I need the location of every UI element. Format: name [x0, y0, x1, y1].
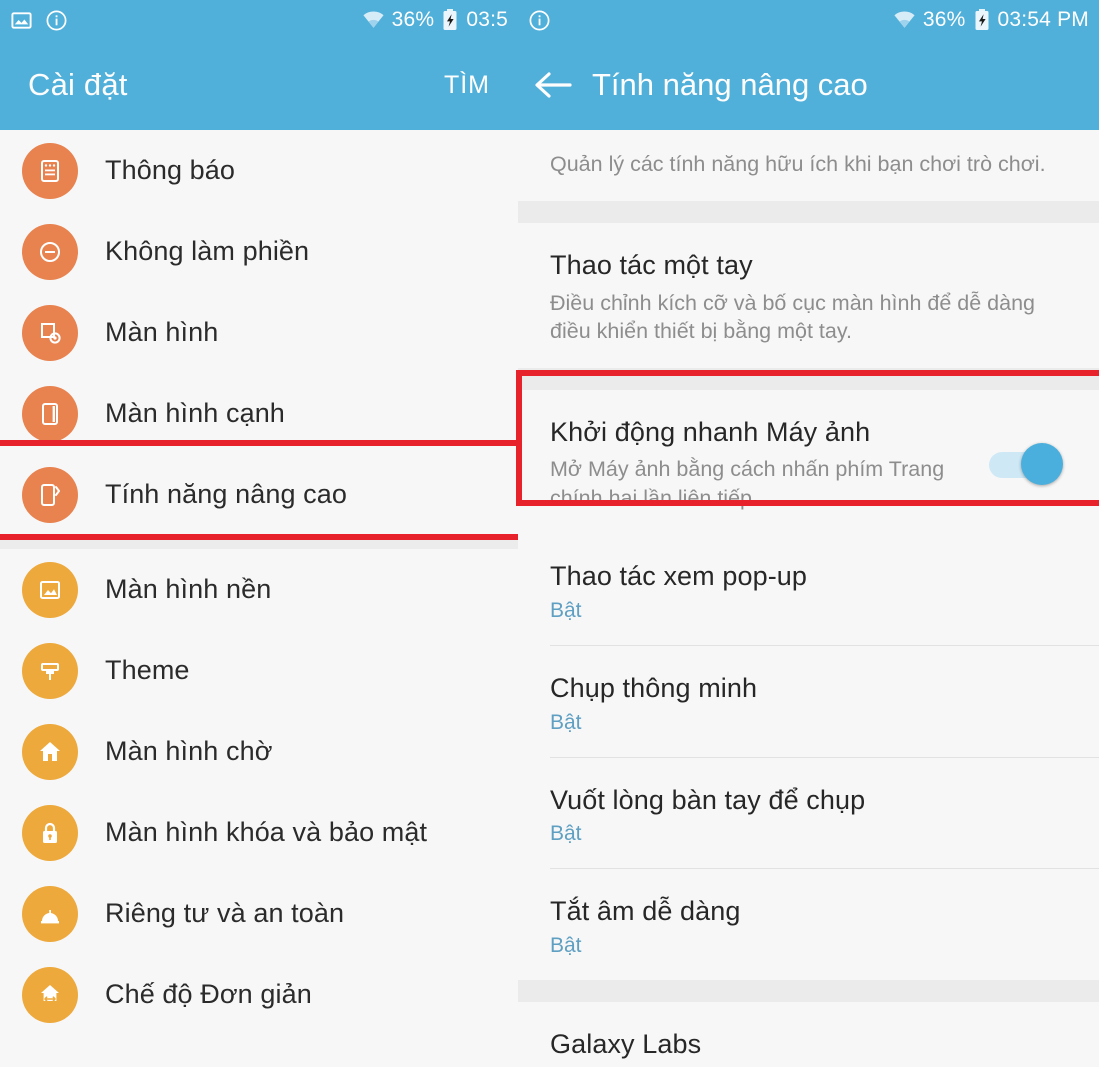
sidebar-item-label: Màn hình [105, 317, 219, 347]
section-separator [518, 980, 1099, 1003]
sidebar-item-4[interactable]: Màn hình cạnh [0, 373, 518, 454]
feature-description: Mở Máy ảnh bằng cách nhấn phím Trang chí… [550, 457, 945, 510]
sidebar-item-1[interactable]: Thông báo [0, 130, 518, 211]
dual-screenshot-composite: 36% 03:5 Cài đặt TÌM Thông báo Không làm … [0, 0, 1099, 1067]
battery-charging-icon [441, 8, 459, 32]
status-badge: Bật [550, 710, 582, 734]
battery-charging-icon [973, 8, 991, 32]
back-arrow-icon[interactable] [532, 69, 574, 101]
sidebar-item-label: Thông báo [105, 155, 236, 185]
sidebar-item-label: Chế độ Đơn giản [105, 979, 312, 1009]
feature-row-3[interactable]: Thao tác xem pop-up Bật [518, 534, 1099, 645]
feature-title: Khởi động nhanh Máy ảnh [550, 416, 871, 447]
page-title: Cài đặt [28, 67, 128, 102]
feature-row-texts: Thao tác một tay Điều chỉnh kích cỡ và bố… [550, 249, 1069, 346]
feature-row-7[interactable]: Galaxy Labs [518, 1002, 1099, 1067]
sidebar-item-1[interactable]: Màn hình nền [0, 549, 518, 630]
search-action-button[interactable]: TÌM [444, 71, 490, 100]
wifi-icon [362, 9, 385, 32]
feature-row-1[interactable]: Thao tác một tay Điều chỉnh kích cỡ và bố… [518, 223, 1099, 368]
feature-title: Chụp thông minh [550, 672, 758, 703]
sidebar-item-label: Tính năng nâng cao [105, 479, 347, 509]
battery-percent-right: 36% [922, 8, 966, 31]
notification-icon [22, 142, 78, 199]
home-screen-icon [22, 723, 78, 780]
sidebar-item-label: Màn hình chờ [105, 736, 273, 766]
settings-group-separator [0, 535, 518, 549]
sidebar-item-3[interactable]: Màn hình chờ [0, 711, 518, 792]
sidebar-item-6[interactable]: Chế độ Đơn giản [0, 954, 518, 1035]
clock-right: 03:54 PM [997, 8, 1089, 31]
feature-row-4[interactable]: Chụp thông minh Bật [518, 645, 1099, 757]
toggle-switch-on[interactable] [989, 441, 1063, 487]
feature-row-2-highlighted[interactable]: Khởi động nhanh Máy ảnh Mở Máy ảnh bằng c… [518, 389, 1099, 535]
page-title: Tính năng nâng cao [592, 67, 868, 102]
status-bar-right: 36% 03:54 PM [518, 0, 1099, 40]
image-icon [10, 9, 33, 32]
settings-panel: 36% 03:5 Cài đặt TÌM Thông báo Không làm … [0, 0, 518, 1067]
settings-title-bar: Cài đặt TÌM [0, 40, 518, 130]
advanced-features-list: Thao tác một tay Điều chỉnh kích cỡ và bố… [518, 201, 1099, 1067]
feature-title: Thao tác xem pop-up [550, 561, 808, 592]
sidebar-item-label: Màn hình cạnh [105, 398, 285, 428]
section-separator [518, 367, 1099, 390]
feature-title: Thao tác một tay [550, 250, 753, 281]
feature-description: Điều chỉnh kích cỡ và bố cục màn hình để… [550, 290, 1036, 344]
settings-list: Thông báo Không làm phiền Màn hình Màn hình… [0, 130, 518, 1035]
feature-row-6[interactable]: Tắt âm dễ dàng Bật [518, 869, 1099, 981]
battery-percent-left: 36% [391, 8, 435, 31]
sidebar-item-5-selected[interactable]: Tính năng nâng cao [0, 454, 518, 535]
sidebar-item-label: Màn hình khóa và bảo mật [105, 817, 428, 847]
sidebar-item-label: Theme [105, 655, 190, 685]
feature-row-5[interactable]: Vuốt lòng bàn tay để chụp Bật [518, 757, 1099, 869]
status-bar-left: 36% 03:5 [0, 0, 518, 40]
theme-brush-icon [22, 642, 78, 699]
edge-screen-icon [22, 385, 78, 442]
feature-row-texts: Khởi động nhanh Máy ảnh Mở Máy ảnh bằng c… [550, 416, 989, 513]
status-badge: Bật [550, 822, 582, 846]
feature-title: Tắt âm dễ dàng [550, 896, 741, 927]
toggle-thumb [1021, 442, 1063, 485]
sidebar-item-label: Riêng tư và an toàn [105, 898, 345, 928]
sidebar-item-5[interactable]: Riêng tư và an toàn [0, 873, 518, 954]
wallpaper-icon [22, 561, 78, 618]
clock-left: 03:5 [466, 8, 508, 31]
feature-row-texts: Vuốt lòng bàn tay để chụp Bật [550, 784, 1069, 847]
advanced-features-title-bar: Tính năng nâng cao [518, 40, 1099, 130]
privacy-icon [22, 885, 78, 942]
advanced-features-panel: 36% 03:54 PM Tính năng nâng cao Quản lý … [518, 0, 1099, 1067]
advanced-features-icon [22, 466, 78, 523]
sidebar-item-label: Màn hình nền [105, 574, 272, 604]
lock-icon [22, 804, 78, 861]
feature-row-texts: Thao tác xem pop-up Bật [550, 560, 1069, 623]
sidebar-item-3[interactable]: Màn hình [0, 292, 518, 373]
section-separator [518, 201, 1099, 224]
sidebar-item-4[interactable]: Màn hình khóa và bảo mật [0, 792, 518, 873]
sidebar-item-2[interactable]: Không làm phiền [0, 211, 518, 292]
easy-mode-icon [22, 966, 78, 1023]
display-icon [22, 304, 78, 361]
wifi-icon [893, 9, 916, 32]
feature-title: Vuốt lòng bàn tay để chụp [550, 784, 866, 815]
section-description-partial: Quản lý các tính năng hữu ích khi bạn ch… [550, 152, 1046, 176]
sidebar-item-2[interactable]: Theme [0, 630, 518, 711]
info-icon [45, 9, 68, 32]
feature-row-texts: Chụp thông minh Bật [550, 672, 1069, 735]
info-icon [528, 9, 551, 32]
feature-row-texts: Galaxy Labs [550, 1028, 1069, 1062]
feature-row-texts: Tắt âm dễ dàng Bật [550, 895, 1069, 958]
do-not-disturb-icon [22, 223, 78, 280]
status-badge: Bật [550, 598, 582, 622]
sidebar-item-label: Không làm phiền [105, 236, 310, 266]
status-badge: Bật [550, 934, 582, 958]
feature-title: Galaxy Labs [550, 1029, 702, 1060]
